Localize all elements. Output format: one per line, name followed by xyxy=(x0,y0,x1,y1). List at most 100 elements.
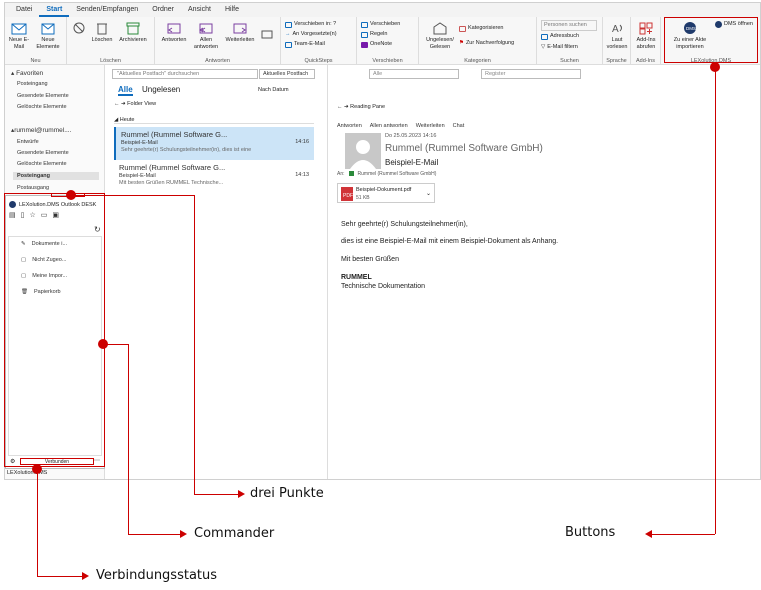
forward-button[interactable]: Weiterleiten xyxy=(223,21,257,44)
group-label-quicksteps: QuickSteps xyxy=(304,58,333,64)
outlook-window: Datei Start Senden/Empfangen Ordner Ansi… xyxy=(4,2,761,480)
mail-from: Rummel (Rummel Software G... xyxy=(119,163,226,172)
reading-actions: Antworten Allen antworten Weiterleiten C… xyxy=(337,123,464,129)
body-line: dies ist eine Beispiel-E-Mail mit einem … xyxy=(341,238,559,245)
reply-action[interactable]: Antworten xyxy=(337,123,362,129)
fav-inbox[interactable]: Posteingang xyxy=(17,81,48,87)
quickstep-vorgesetzte[interactable]: → An Vorgesetzte(n) xyxy=(285,30,337,39)
commander-line-h xyxy=(128,534,180,535)
menu-hilfe[interactable]: Hilfe xyxy=(218,3,246,17)
group-label-loeschen: Löschen xyxy=(100,58,121,64)
group-today-header: ◢ Heute xyxy=(114,117,314,124)
unread-icon xyxy=(433,22,447,35)
tab-all[interactable]: Alle xyxy=(118,85,133,96)
group-label-verschieben: Verschieben xyxy=(372,58,403,64)
fav-sent[interactable]: Gesendete Elemente xyxy=(17,93,69,99)
menu-bar: Datei Start Senden/Empfangen Ordner Ansi… xyxy=(5,3,760,17)
read-aloud-button[interactable]: A Laut vorlesen xyxy=(605,21,629,51)
people-search-input[interactable]: Personen suchen xyxy=(541,20,597,31)
new-items-icon xyxy=(41,23,55,35)
register-input[interactable]: Register xyxy=(481,69,581,79)
group-quicksteps: Verschieben in: ? → An Vorgesetzte(n) Tea… xyxy=(281,17,357,65)
account-header[interactable]: ▴rummel@rummel.... xyxy=(11,126,71,134)
mail-item[interactable]: Rummel (Rummel Software G... Beispiel-E-… xyxy=(114,160,314,193)
menu-datei[interactable]: Datei xyxy=(9,3,39,17)
unread-read-button[interactable]: Ungelesen/ Gelesen xyxy=(423,21,457,51)
ribbon: Neue E-Mail Neue Elemente Neu Löschen Ar… xyxy=(5,17,760,65)
address-book-button[interactable]: Adressbuch xyxy=(541,32,579,41)
folder-drafts[interactable]: Entwürfe xyxy=(17,139,39,145)
delete-button[interactable]: Löschen xyxy=(91,21,113,44)
group-antworten: Antworten Allen antworten Weiterleiten A… xyxy=(155,17,281,65)
arrow-right-icon: → xyxy=(285,31,291,37)
more-respond-button[interactable] xyxy=(259,27,275,43)
folder-view-label: ← ➜ Folder View xyxy=(114,101,157,107)
search-scope-dropdown[interactable]: Aktuelles Postfach xyxy=(259,69,315,79)
menu-senden[interactable]: Senden/Empfangen xyxy=(69,3,145,17)
quickstep-verschieben[interactable]: Verschieben in: ? xyxy=(285,20,336,29)
folder-inbox[interactable]: Posteingang xyxy=(13,172,99,180)
recipient-line: An: Rummel (Rummel Software GmbH) xyxy=(337,171,437,177)
reply-all-action[interactable]: Allen antworten xyxy=(370,123,408,129)
group-verschieben: Verschieben Regeln OneNote Verschieben xyxy=(357,17,419,65)
ignore-icon xyxy=(73,22,85,34)
reply-all-button[interactable]: Allen antworten xyxy=(191,21,221,51)
group-suchen: Personen suchen Adressbuch ▽ E-Mail filte… xyxy=(537,17,603,65)
mail-from: Rummel (Rummel Software G... xyxy=(121,130,228,139)
quickstep-team[interactable]: Team-E-Mail xyxy=(285,40,325,49)
sort-dropdown[interactable]: Nach Datum xyxy=(258,87,289,93)
status-line-h xyxy=(37,576,82,577)
categorize-button[interactable]: Kategorisieren xyxy=(459,24,503,33)
reading-pane: Alle Register ← ➜ Reading Pane Antworten… xyxy=(329,65,760,479)
followup-button[interactable]: ⚑ Zur Nachverfolgung xyxy=(459,39,514,48)
sender-name: Rummel (Rummel Software GmbH) xyxy=(385,143,543,154)
fav-deleted[interactable]: Gelöschte Elemente xyxy=(17,104,67,110)
move-icon xyxy=(361,21,368,28)
forward-action[interactable]: Weiterleiten xyxy=(416,123,445,129)
rules-icon xyxy=(361,31,368,38)
filter-mail-button[interactable]: ▽ E-Mail filtern xyxy=(541,43,578,52)
body-department: Technische Dokumentation xyxy=(341,283,426,290)
archive-button[interactable]: Archivieren xyxy=(115,21,151,44)
group-kategorien: Ungelesen/ Gelesen Kategorisieren ⚑ Zur N… xyxy=(419,17,537,65)
mailbox-search-input[interactable]: "Aktuelles Postfach" durchsuchen xyxy=(112,69,258,79)
flag-icon: ⚑ xyxy=(459,40,464,46)
svg-text:A: A xyxy=(612,24,619,35)
onenote-button[interactable]: OneNote xyxy=(361,40,392,49)
tab-unread[interactable]: Ungelesen xyxy=(142,85,180,94)
group-label-addins: Add-Ins xyxy=(636,58,655,64)
dots-line-v xyxy=(194,195,195,495)
new-items-button[interactable]: Neue Elemente xyxy=(33,21,63,51)
forward-icon xyxy=(233,23,247,34)
label-buttons: Buttons xyxy=(565,525,616,540)
chevron-down-icon[interactable]: ⌄ xyxy=(426,190,431,197)
commander-arrow xyxy=(180,530,187,538)
reply-icon xyxy=(167,23,181,34)
move-button[interactable]: Verschieben xyxy=(361,20,400,29)
attachment-card[interactable]: PDF Beispiel-Dokument.pdf 51 KB ⌄ xyxy=(337,183,435,203)
ignore-button[interactable] xyxy=(71,21,87,37)
reply-button[interactable]: Antworten xyxy=(159,21,189,44)
folder-deleted[interactable]: Gelöschte Elemente xyxy=(17,161,67,167)
svg-text:PDF: PDF xyxy=(343,193,353,199)
chat-action[interactable]: Chat xyxy=(453,123,465,129)
mail-preview: Sehr geehrte(r) Schulungsteilnehmer(in),… xyxy=(121,147,252,153)
group-label-suchen: Suchen xyxy=(560,58,579,64)
get-addins-button[interactable]: Add-Ins abrufen xyxy=(633,21,659,51)
new-email-button[interactable]: Neue E-Mail xyxy=(7,21,31,51)
filter-input[interactable]: Alle xyxy=(369,69,459,79)
folder-sent[interactable]: Gesendete Elemente xyxy=(17,150,69,156)
buttons-arrow xyxy=(645,530,652,538)
group-loeschen: Löschen Archivieren Löschen xyxy=(67,17,155,65)
menu-start[interactable]: Start xyxy=(39,3,70,17)
menu-ordner[interactable]: Ordner xyxy=(145,3,181,17)
mail-subject: Beispiel-E-Mail xyxy=(119,173,156,179)
rules-button[interactable]: Regeln xyxy=(361,30,387,39)
favorites-header[interactable]: ▴ Favoriten xyxy=(11,69,43,77)
group-sprache: A Laut vorlesen Sprache xyxy=(603,17,631,65)
folder-outbox[interactable]: Postausgang xyxy=(17,185,49,191)
mail-item[interactable]: Rummel (Rummel Software G... Beispiel-E-… xyxy=(114,127,314,160)
menu-ansicht[interactable]: Ansicht xyxy=(181,3,218,17)
body-greeting: Sehr geehrte(r) Schulungsteilnehmer(in), xyxy=(341,221,468,228)
pdf-icon: PDF xyxy=(341,187,353,201)
